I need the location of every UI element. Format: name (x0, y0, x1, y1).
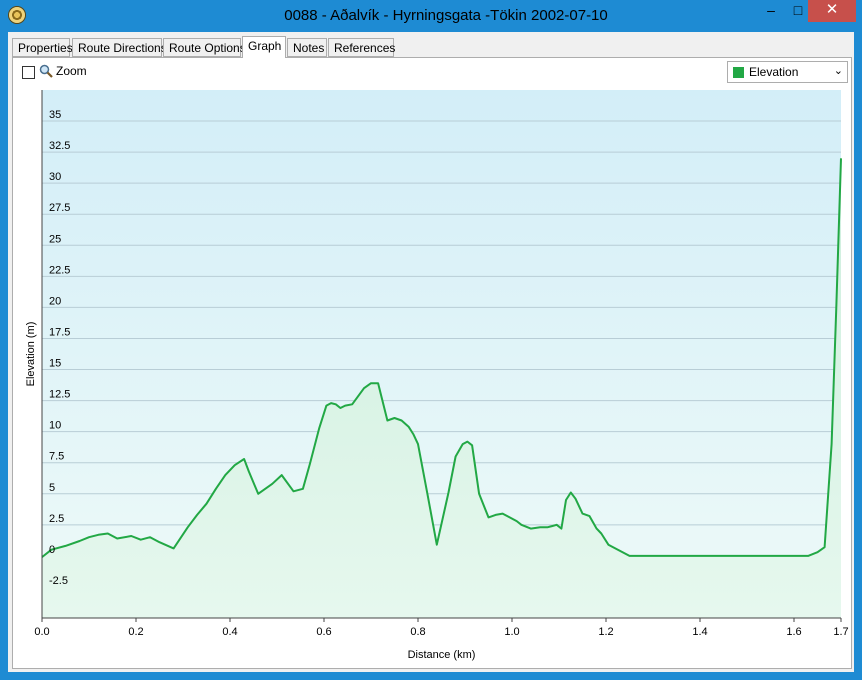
y-tick-label: 15 (49, 358, 61, 370)
y-tick-label: 10 (49, 420, 61, 432)
x-tick-label: 1.7 (833, 626, 848, 638)
x-axis-label: Distance (km) (408, 649, 476, 661)
x-tick-label: 1.4 (692, 626, 707, 638)
elevation-chart: 35 32.5 30 27.5 25 22.5 20 17.5 15 12.5 10 7.5 5 2.5 0… (25, 90, 849, 661)
x-tick-label: 1.2 (598, 626, 613, 638)
title-bar[interactable]: 0088 - Aðalvík - Hyrningsgata -Tökin 200… (0, 0, 862, 32)
x-tick-labels: 0.0 0.2 0.4 0.6 0.8 1.0 1.2 1.4 1.6 1.7 (34, 618, 849, 638)
y-tick-label: 25 (49, 233, 61, 245)
y-tick-label: 12.5 (49, 389, 70, 401)
x-tick-label: 1.0 (504, 626, 519, 638)
y-tick-label: 2.5 (49, 513, 64, 525)
y-tick-label: 22.5 (49, 264, 70, 276)
x-tick-label: 0.6 (316, 626, 331, 638)
y-tick-label: 7.5 (49, 451, 64, 463)
y-tick-label: 20 (49, 295, 61, 307)
y-tick-label: 0 (49, 544, 55, 556)
window-title: 0088 - Aðalvík - Hyrningsgata -Tökin 200… (284, 7, 608, 24)
y-tick-label: 27.5 (49, 202, 70, 214)
y-tick-label: -2.5 (49, 575, 68, 587)
app-window: 0088 - Aðalvík - Hyrningsgata -Tökin 200… (0, 0, 862, 680)
x-tick-label: 0.8 (410, 626, 425, 638)
close-button[interactable]: ✕ (808, 0, 856, 22)
y-tick-label: 32.5 (49, 140, 70, 152)
y-tick-label: 5 (49, 482, 55, 494)
x-tick-label: 1.6 (786, 626, 801, 638)
x-tick-label: 0.2 (128, 626, 143, 638)
x-tick-label: 0.4 (222, 626, 237, 638)
y-tick-label: 30 (49, 171, 61, 183)
x-tick-label: 0.0 (34, 626, 49, 638)
y-tick-label: 17.5 (49, 326, 70, 338)
client-area: Properties Route Directions Route Option… (8, 32, 854, 672)
y-tick-label: 35 (49, 109, 61, 121)
tab-graph[interactable]: Graph (242, 36, 286, 58)
y-axis-label: Elevation (m) (25, 322, 37, 387)
